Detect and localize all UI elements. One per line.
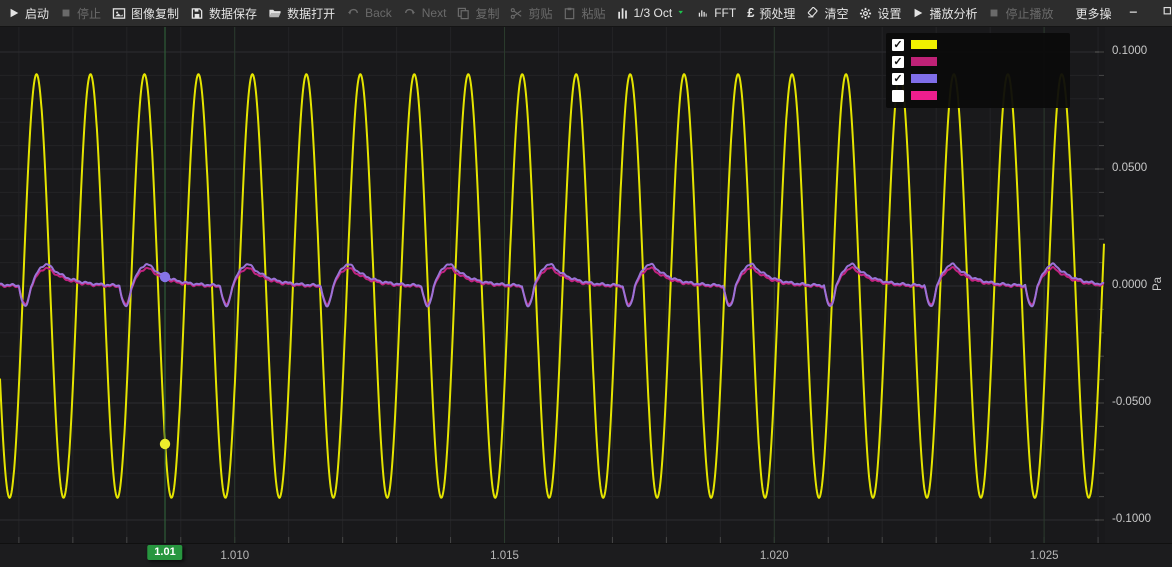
y-tick-label: -0.1000	[1112, 513, 1151, 525]
toolbar: 启动 停止 图像复制 数据保存 数据打开 Back Next 复制 剪贴 粘贴 1/3 Oct FFT…	[0, 0, 1172, 27]
toolbar-more-label: 更多操	[1076, 5, 1112, 22]
channel-2-checkbox[interactable]: ✓	[892, 56, 904, 68]
legend-row-channel-1[interactable]: ✓	[892, 36, 1062, 53]
toolbar-preprocess-button[interactable]: £ 预处理	[747, 5, 795, 22]
legend-row-channel-2[interactable]: ✓	[892, 53, 1062, 70]
paste-icon	[563, 7, 576, 20]
minimize-icon	[1129, 4, 1140, 22]
toolbar-octave-button[interactable]: 1/3 Oct	[617, 6, 688, 20]
toolbar-cut-label: 剪贴	[528, 5, 552, 22]
y-axis: Pa 0.1000 0.0500 0.0000 -0.0500 -0.1000	[1105, 27, 1172, 543]
toolbar-back-label: Back	[365, 6, 392, 20]
x-axis: 1.01 1.010 1.015 1.020 1.025	[0, 543, 1172, 567]
next-icon	[403, 7, 417, 19]
toolbar-paste-button: 粘贴	[563, 5, 605, 22]
maximize-button[interactable]	[1157, 4, 1172, 22]
toolbar-data-save-label: 数据保存	[209, 5, 257, 22]
toolbar-stop-play-button: 停止播放	[988, 5, 1053, 22]
toolbar-copy-label: 复制	[475, 5, 499, 22]
y-tick-label: 0.0000	[1112, 279, 1147, 291]
start-icon	[8, 7, 20, 19]
cursor-dot-1[interactable]	[160, 439, 170, 449]
stop-play-icon	[988, 7, 1000, 19]
play-analyze-icon	[912, 7, 924, 19]
toolbar-image-copy-label: 图像复制	[131, 5, 179, 22]
legend-row-channel-3[interactable]: ✓	[892, 70, 1062, 87]
y-tick-label: 0.1000	[1112, 45, 1147, 57]
toolbar-play-analyze-label: 播放分析	[929, 5, 977, 22]
octave-icon	[617, 7, 629, 20]
copy-icon	[457, 7, 470, 20]
y-axis-unit: Pa	[1152, 277, 1164, 291]
toolbar-clear-button[interactable]: 清空	[806, 5, 848, 22]
channel-3-checkbox[interactable]: ✓	[892, 73, 904, 85]
toolbar-stop-label: 停止	[77, 5, 101, 22]
cursor-dot-2[interactable]	[160, 272, 170, 282]
channel-2-color-swatch	[911, 57, 937, 66]
preprocess-icon: £	[747, 6, 754, 20]
maximize-icon	[1163, 4, 1172, 22]
x-tick-label: 1.020	[760, 550, 789, 562]
channel-3-color-swatch	[911, 74, 937, 83]
toolbar-play-analyze-button[interactable]: 播放分析	[912, 5, 977, 22]
fft-icon	[698, 8, 709, 19]
toolbar-more-button[interactable]: 更多操	[1076, 5, 1112, 22]
toolbar-paste-label: 粘贴	[581, 5, 605, 22]
data-save-icon	[190, 7, 204, 20]
toolbar-stop-play-label: 停止播放	[1005, 5, 1053, 22]
toolbar-copy-button: 复制	[457, 5, 499, 22]
toolbar-back-button: Back	[346, 6, 392, 20]
toolbar-data-save-button[interactable]: 数据保存	[190, 5, 257, 22]
x-tick-label: 1.010	[220, 550, 249, 562]
toolbar-settings-label: 设置	[877, 5, 901, 22]
back-icon	[346, 7, 360, 19]
toolbar-fft-label: FFT	[714, 6, 736, 20]
channel-1-color-swatch	[911, 40, 937, 49]
toolbar-data-open-button[interactable]: 数据打开	[268, 5, 335, 22]
toolbar-next-button: Next	[403, 6, 447, 20]
channel-4-color-swatch	[911, 91, 937, 100]
toolbar-cut-button: 剪贴	[510, 5, 552, 22]
y-tick-label: 0.0500	[1112, 162, 1147, 174]
toolbar-next-label: Next	[422, 6, 447, 20]
toolbar-data-open-label: 数据打开	[287, 5, 335, 22]
channel-1-checkbox[interactable]: ✓	[892, 39, 904, 51]
settings-icon	[859, 7, 872, 20]
legend-row-channel-4[interactable]	[892, 87, 1062, 104]
cursor-time-badge[interactable]: 1.01	[147, 545, 182, 560]
x-tick-label: 1.025	[1030, 550, 1059, 562]
toolbar-settings-button[interactable]: 设置	[859, 5, 901, 22]
toolbar-fft-button[interactable]: FFT	[698, 6, 736, 20]
stop-icon	[60, 7, 72, 19]
minimize-button[interactable]	[1123, 4, 1146, 22]
channel-legend: ✓ ✓ ✓	[886, 33, 1070, 108]
toolbar-stop-button: 停止	[60, 5, 101, 22]
toolbar-image-copy-button[interactable]: 图像复制	[112, 5, 179, 22]
toolbar-clear-label: 清空	[824, 5, 848, 22]
data-open-icon	[268, 7, 282, 20]
y-tick-label: -0.0500	[1112, 396, 1151, 408]
clear-icon	[806, 7, 819, 19]
channel-4-checkbox[interactable]	[892, 90, 904, 102]
toolbar-octave-label: 1/3 Oct	[634, 6, 673, 20]
x-tick-label: 1.015	[490, 550, 519, 562]
cut-icon	[510, 7, 523, 20]
toolbar-start-label: 启动	[25, 5, 49, 22]
image-copy-icon	[112, 7, 126, 20]
dropdown-arrow-icon[interactable]	[677, 9, 687, 18]
toolbar-start-button[interactable]: 启动	[8, 5, 49, 22]
toolbar-preprocess-label: 预处理	[759, 5, 795, 22]
